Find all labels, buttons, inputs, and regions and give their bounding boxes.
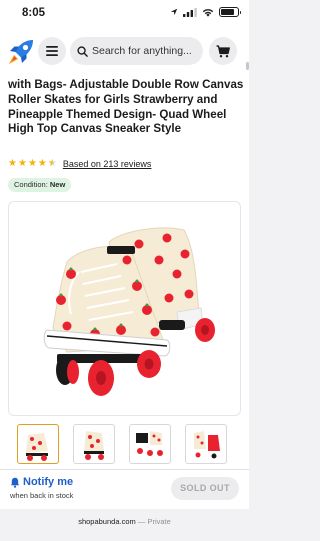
search-icon bbox=[77, 45, 88, 57]
star-icon: ★ bbox=[17, 158, 27, 169]
product-content: with Bags- Adjustable Double Row Canvas … bbox=[0, 74, 249, 469]
bell-icon bbox=[10, 477, 20, 488]
notify-me-label: Notify me bbox=[23, 476, 74, 488]
browser-url-bar[interactable]: shopabunda.com — Private bbox=[0, 509, 249, 541]
reviews-link[interactable]: Based on 213 reviews bbox=[63, 159, 152, 169]
scroll-indicator bbox=[246, 62, 249, 70]
roller-skates-illustration bbox=[43, 227, 215, 396]
rating-stars: ★ ★ ★ ★ ★ bbox=[8, 159, 57, 169]
condition-label: Condition: bbox=[14, 180, 48, 189]
thumbnail-image bbox=[26, 433, 48, 461]
menu-icon bbox=[46, 46, 58, 56]
url-domain: shopabunda.com bbox=[78, 517, 136, 526]
thumbnail-1[interactable] bbox=[17, 424, 59, 464]
location-arrow-icon bbox=[170, 8, 178, 16]
thumbnail-4[interactable] bbox=[185, 424, 227, 464]
sold-out-button[interactable]: SOLD OUT bbox=[171, 477, 239, 500]
rocket-icon[interactable] bbox=[6, 37, 36, 67]
thumbnail-strip bbox=[17, 424, 227, 464]
wifi-icon bbox=[202, 8, 214, 17]
notify-subtext: when back in stock bbox=[10, 491, 74, 500]
star-icon: ★ bbox=[27, 158, 37, 169]
notify-me-button[interactable]: Notify me bbox=[10, 476, 73, 488]
sticky-purchase-bar: Notify me when back in stock SOLD OUT bbox=[0, 469, 249, 509]
star-icon: ★ bbox=[37, 158, 47, 169]
search-box[interactable] bbox=[70, 37, 203, 65]
condition-badge: Condition: New bbox=[8, 178, 72, 192]
condition-value: New bbox=[49, 180, 66, 189]
private-mode-label: Private bbox=[147, 517, 171, 526]
signal-icon bbox=[183, 7, 197, 17]
half-star-icon: ★ bbox=[47, 158, 57, 169]
site-header bbox=[0, 28, 249, 74]
thumbnail-image bbox=[194, 431, 220, 459]
url-text: shopabunda.com — Private bbox=[0, 517, 249, 526]
thumbnail-image bbox=[136, 431, 163, 456]
url-separator: — bbox=[137, 517, 146, 526]
star-icon: ★ bbox=[8, 158, 17, 169]
status-time: 8:05 bbox=[22, 7, 46, 19]
cart-button[interactable] bbox=[209, 37, 237, 65]
status-icons bbox=[170, 7, 241, 17]
product-title: with Bags- Adjustable Double Row Canvas … bbox=[8, 78, 244, 136]
status-bar: 8:05 bbox=[0, 0, 249, 28]
cart-icon bbox=[216, 44, 230, 57]
thumbnail-3[interactable] bbox=[129, 424, 171, 464]
rating-row: ★ ★ ★ ★ ★ Based on 213 reviews bbox=[8, 159, 152, 170]
product-image[interactable] bbox=[8, 201, 241, 416]
menu-button[interactable] bbox=[38, 37, 66, 65]
search-input[interactable] bbox=[92, 45, 202, 57]
battery-icon bbox=[219, 7, 241, 17]
thumbnail-2[interactable] bbox=[73, 424, 115, 464]
thumbnail-image bbox=[84, 431, 104, 460]
